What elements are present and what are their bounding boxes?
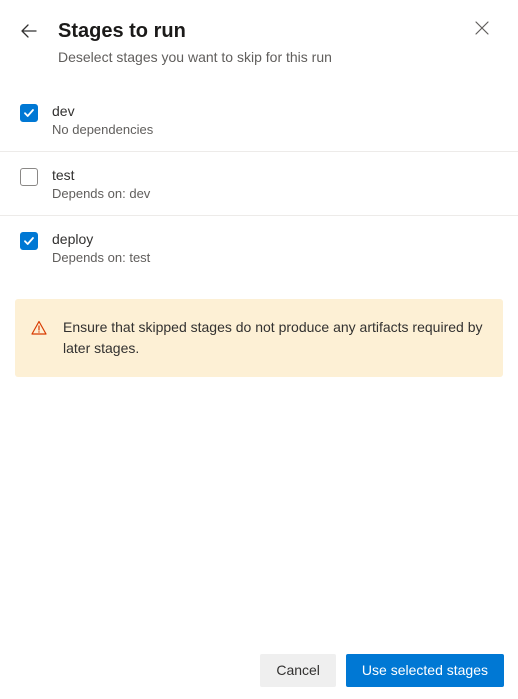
stage-checkbox-deploy[interactable] <box>20 232 38 250</box>
stage-checkbox-test[interactable] <box>20 168 38 186</box>
close-button[interactable] <box>474 20 490 36</box>
stage-list: dev No dependencies test Depends on: dev… <box>0 88 518 279</box>
stage-checkbox-dev[interactable] <box>20 104 38 122</box>
dialog-footer: Cancel Use selected stages <box>0 642 518 699</box>
stage-dependency: No dependencies <box>52 122 498 139</box>
stage-row-deploy[interactable]: deploy Depends on: test <box>0 216 518 279</box>
stage-dependency: Depends on: test <box>52 250 498 267</box>
warning-icon <box>31 320 47 341</box>
stage-row-dev[interactable]: dev No dependencies <box>0 88 518 152</box>
arrow-left-icon <box>20 22 38 40</box>
stage-name: dev <box>52 102 498 120</box>
cancel-button[interactable]: Cancel <box>260 654 336 687</box>
warning-banner: Ensure that skipped stages do not produc… <box>15 299 503 377</box>
stage-dependency: Depends on: dev <box>52 186 498 203</box>
dialog-subtitle: Deselect stages you want to skip for thi… <box>58 48 474 68</box>
warning-text: Ensure that skipped stages do not produc… <box>63 317 483 359</box>
stage-row-test[interactable]: test Depends on: dev <box>0 152 518 216</box>
dialog-header: Stages to run Deselect stages you want t… <box>0 0 518 82</box>
back-button[interactable] <box>20 22 38 40</box>
use-selected-stages-button[interactable]: Use selected stages <box>346 654 504 687</box>
stage-name: deploy <box>52 230 498 248</box>
stage-name: test <box>52 166 498 184</box>
dialog-title: Stages to run <box>58 18 474 44</box>
checkmark-icon <box>23 107 35 119</box>
close-icon <box>474 20 490 36</box>
checkmark-icon <box>23 235 35 247</box>
